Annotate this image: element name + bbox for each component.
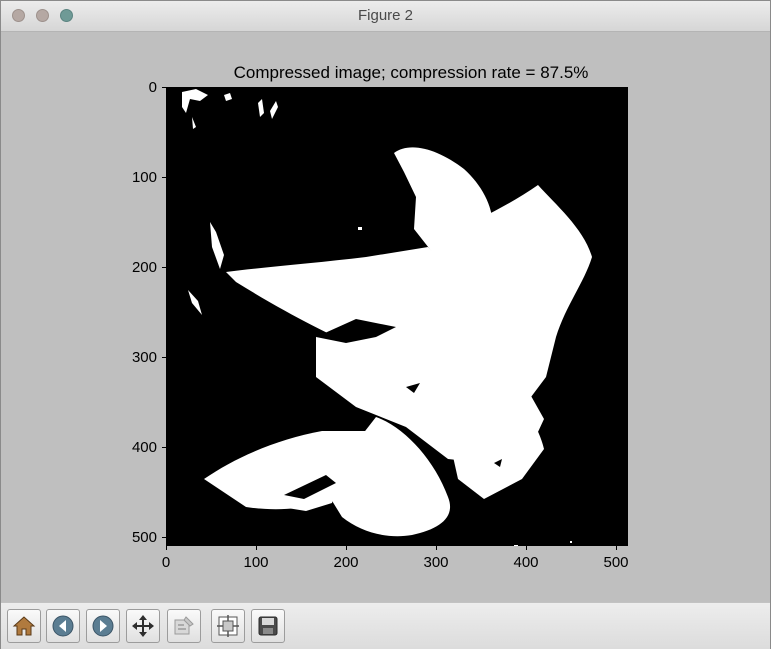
y-tick-mark [162,177,166,178]
zoom-icon [174,616,194,635]
y-tick-label: 500 [131,529,157,546]
back-button[interactable] [46,609,80,643]
y-tick-label: 300 [131,349,157,366]
back-icon [52,615,74,637]
x-tick-mark [346,546,347,550]
save-button[interactable] [251,609,285,643]
image-axes[interactable] [166,87,628,546]
figure-window: Figure 2 Compressed image; compression r… [0,0,771,649]
y-tick-mark [162,537,166,538]
x-tick-label: 500 [603,554,629,571]
x-tick-mark [256,546,257,550]
x-tick-label: 100 [243,554,269,571]
window-title: Figure 2 [357,7,414,24]
zoom-button[interactable] [167,609,201,643]
navigation-toolbar [1,602,770,649]
title-bar[interactable]: Figure 2 [1,1,770,32]
forward-button[interactable] [86,609,120,643]
configure-subplots-button[interactable] [211,609,245,643]
subplots-icon [217,615,239,637]
save-icon [258,616,278,636]
y-tick-mark [162,357,166,358]
home-button[interactable] [7,609,41,643]
x-tick-mark [526,546,527,550]
plot-title: Compressed image; compression rate = 87.… [233,63,589,82]
x-tick-mark [166,546,167,550]
x-tick-label: 200 [333,554,359,571]
x-tick-label: 400 [513,554,539,571]
x-tick-mark [436,546,437,550]
x-tick-label: 0 [161,554,171,571]
pan-icon [132,615,154,637]
home-icon [12,616,36,636]
y-tick-label: 100 [131,169,157,186]
figure-canvas: Compressed image; compression rate = 87.… [1,32,770,602]
y-tick-label: 0 [148,79,157,96]
y-tick-label: 200 [131,259,157,276]
pan-button[interactable] [126,609,160,643]
forward-icon [92,615,114,637]
x-tick-mark [616,546,617,550]
x-tick-label: 300 [423,554,449,571]
y-tick-mark [162,267,166,268]
compressed-image [166,87,628,546]
y-tick-label: 400 [131,439,157,456]
y-tick-mark [162,447,166,448]
y-tick-mark [162,87,166,88]
